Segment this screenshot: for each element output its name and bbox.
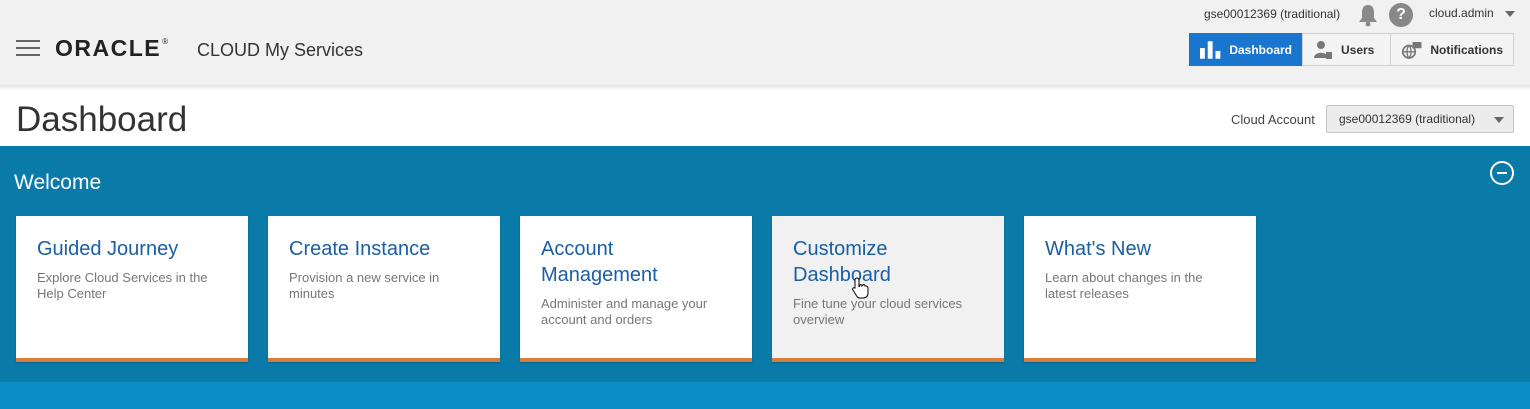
header-divider (0, 86, 1530, 90)
chevron-down-icon (1494, 117, 1504, 123)
tab-notifications[interactable]: Notifications (1390, 33, 1514, 66)
card-title: Guided Journey (37, 238, 179, 260)
cloud-account-value: gse00012369 (traditional) (1339, 112, 1476, 126)
card-description: Provision a new service in minutes (289, 270, 440, 301)
card-account-management[interactable]: Account Management Administer and manage… (520, 216, 752, 362)
card-customize-dashboard[interactable]: Customize Dashboard Fine tune your cloud… (772, 216, 1004, 362)
card-description: Explore Cloud Services in the Help Cente… (37, 270, 208, 301)
tab-users-label: Users (1341, 42, 1375, 57)
oracle-logo[interactable]: ORACLE® (55, 35, 170, 62)
bell-icon[interactable] (1357, 3, 1379, 27)
app-header: ORACLE® CLOUD My Services gse00012369 (t… (0, 0, 1530, 86)
chevron-down-icon[interactable] (1505, 11, 1515, 17)
tab-notifications-label: Notifications (1430, 42, 1503, 57)
tab-dashboard-label: Dashboard (1229, 42, 1292, 57)
tab-users[interactable]: Users (1302, 33, 1391, 66)
welcome-panel: Welcome Guided Journey Explore Cloud Ser… (0, 146, 1530, 382)
collapse-icon[interactable] (1490, 161, 1514, 185)
hamburger-menu-icon[interactable] (16, 40, 40, 56)
identity-domain-label: gse00012369 (traditional) (1204, 7, 1341, 21)
help-icon[interactable]: ? (1389, 3, 1413, 27)
welcome-cards: Guided Journey Explore Cloud Services in… (16, 216, 1276, 362)
welcome-title: Welcome (14, 171, 102, 194)
card-title: What's New (1045, 238, 1152, 260)
card-whats-new[interactable]: What's New Learn about changes in the la… (1024, 216, 1256, 362)
card-title: Customize Dashboard (793, 238, 891, 286)
logo-registered-mark: ® (162, 37, 170, 46)
notifications-globe-icon (1401, 41, 1422, 59)
card-title: Account Management (541, 238, 658, 286)
card-title: Create Instance (289, 238, 431, 260)
card-description: Administer and manage your account and o… (541, 296, 708, 327)
lower-panel (0, 382, 1530, 409)
hand-pointer-icon (852, 277, 869, 299)
page-title: Dashboard (16, 100, 188, 139)
card-description: Learn about changes in the latest releas… (1045, 270, 1203, 301)
logo-text: ORACLE (55, 35, 162, 61)
card-guided-journey[interactable]: Guided Journey Explore Cloud Services in… (16, 216, 248, 362)
card-create-instance[interactable]: Create Instance Provision a new service … (268, 216, 500, 362)
cloud-account-label: Cloud Account (1231, 112, 1315, 127)
user-menu[interactable]: cloud.admin (1429, 6, 1494, 20)
main-nav: Dashboard Users Notifications (1189, 33, 1514, 66)
bar-chart-icon (1200, 40, 1221, 59)
service-name: CLOUD My Services (197, 40, 364, 60)
user-icon (1314, 40, 1332, 59)
tab-dashboard[interactable]: Dashboard (1189, 33, 1303, 66)
cloud-account-select[interactable]: gse00012369 (traditional) (1326, 105, 1514, 133)
card-description: Fine tune your cloud services overview (793, 296, 963, 327)
